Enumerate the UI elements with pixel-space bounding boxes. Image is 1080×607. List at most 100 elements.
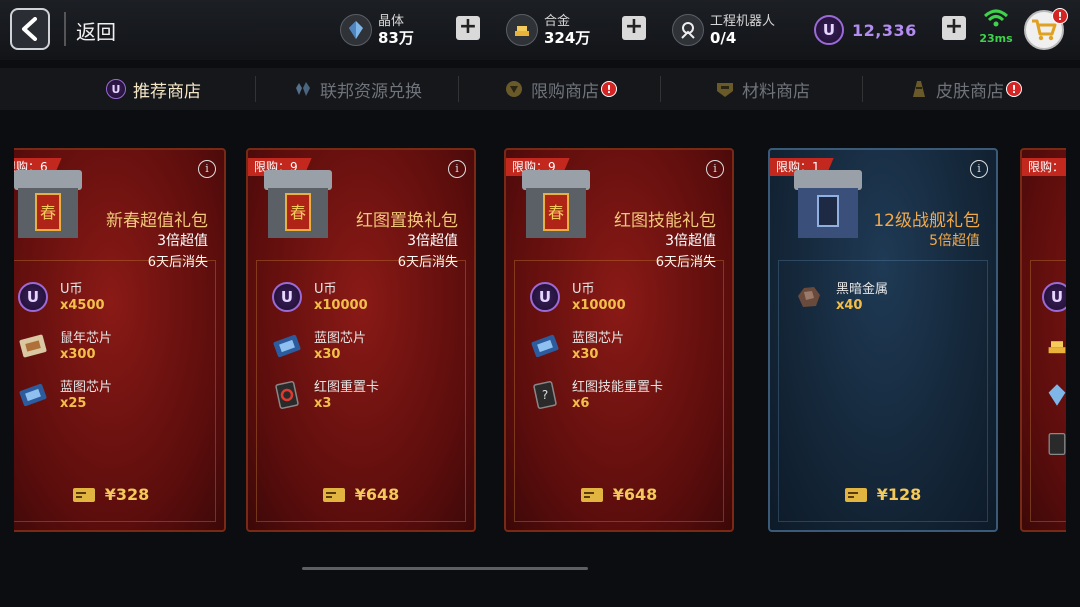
reward-name: U币 (60, 282, 83, 297)
tab-limited-shop[interactable]: 限购商店 ! (459, 68, 661, 110)
pack-title: 新春超值礼包 (106, 211, 208, 231)
info-icon[interactable]: i (706, 160, 724, 178)
skill-reset-card-icon (1040, 427, 1066, 461)
tab-divider (862, 76, 863, 102)
tab-material-shop[interactable]: 材料商店 (661, 68, 863, 110)
pack-value-tag: 5倍超值 (929, 233, 980, 249)
resource-u-coin: U 12,336 (814, 10, 917, 50)
reward-qty: x30 (572, 347, 599, 362)
gift-chest-icon: 春 (14, 170, 82, 238)
pack-title: 12级战舰礼包 (873, 211, 980, 231)
buy-button[interactable]: ¥128 (770, 485, 996, 504)
price-tag-icon (322, 487, 345, 502)
back-label[interactable]: 返回 (76, 16, 116, 45)
gift-chest-icon (794, 170, 862, 238)
price-tag-icon (580, 487, 603, 502)
reward-item: U U币 x4500 (16, 278, 216, 327)
u-coin-icon: U (528, 280, 562, 314)
reward-qty: x6 (572, 396, 590, 411)
shop-cart-button[interactable]: ! (1024, 8, 1068, 50)
shop-tabs: U 推荐商店 联邦资源兑换 限购商店 ! 材料商店 皮肤商店 ! (0, 68, 1080, 110)
reward-name: 鼠年芯片 (60, 331, 113, 346)
network-status: 23ms (976, 8, 1016, 45)
tab-badge: ! (1006, 81, 1022, 97)
reward-item: U (1040, 278, 1066, 327)
reward-name: 黑暗金属 (836, 282, 889, 297)
crystal-icon (340, 14, 372, 46)
pack-value-tag: 3倍超值 (157, 233, 208, 249)
buy-button[interactable]: ¥648 (506, 485, 732, 504)
buy-button[interactable]: ¥328 (14, 485, 224, 504)
reward-item: 黑暗金属 x40 (792, 278, 992, 327)
price-tag-icon (72, 487, 95, 502)
svg-text:?: ? (542, 388, 548, 402)
reward-qty: x10000 (314, 298, 368, 313)
wifi-icon (983, 9, 1009, 27)
reward-item: 鼠年芯片 x300 (16, 327, 216, 376)
reward-item: 红图重置卡 x3 (270, 376, 470, 425)
reward-name: 红图重置卡 (314, 380, 380, 395)
info-icon[interactable]: i (448, 160, 466, 178)
reward-qty: x30 (314, 347, 341, 362)
add-crystal-button[interactable]: + (456, 16, 480, 40)
reward-name: U币 (314, 282, 337, 297)
material-icon (714, 78, 736, 100)
reward-qty: x300 (60, 347, 96, 362)
tab-skin-shop[interactable]: 皮肤商店 ! (864, 68, 1066, 110)
reward-qty: x10000 (572, 298, 626, 313)
pack-expire: 6天后消失 (147, 255, 208, 270)
add-alloy-button[interactable]: + (622, 16, 646, 40)
tab-federation-exchange[interactable]: 联邦资源兑换 (256, 68, 458, 110)
info-icon[interactable]: i (970, 160, 988, 178)
resource-crystal: 晶体 83万 (340, 10, 414, 50)
buy-button[interactable]: ¥648 (248, 485, 474, 504)
reward-item (1040, 327, 1066, 376)
gift-pack-card[interactable]: 限购：9 i 春 红图置换礼包 3倍超值 6天后消失 U U币 x10000 蓝… (246, 148, 476, 532)
resource-value: 0/4 (710, 29, 737, 47)
resource-value: 83万 (378, 29, 414, 47)
gift-pack-card[interactable]: 限购： U (1020, 148, 1066, 532)
pack-title: 红图技能礼包 (614, 211, 716, 231)
u-coin-icon: U (814, 15, 844, 45)
skill-reset-card-icon: ? (528, 378, 562, 412)
gift-pack-card[interactable]: 限购：6 i 春 新春超值礼包 3倍超值 6天后消失 U U币 x4500 鼠年… (14, 148, 226, 532)
pack-expire: 6天后消失 (655, 255, 716, 270)
reward-qty: x4500 (60, 298, 105, 313)
reward-qty: x3 (314, 396, 332, 411)
price-value: ¥328 (104, 485, 150, 504)
info-icon[interactable]: i (198, 160, 216, 178)
back-divider (64, 12, 66, 46)
dark-metal-icon (792, 280, 826, 314)
crystal-icon (292, 78, 314, 100)
reward-name: 蓝图芯片 (314, 331, 367, 346)
resource-value: 324万 (544, 29, 591, 47)
tab-recommended[interactable]: U 推荐商店 (52, 68, 254, 110)
ping-value: 23ms (979, 32, 1013, 45)
chevron-left-icon (22, 17, 37, 41)
tab-label: 推荐商店 (133, 81, 201, 102)
crystal-icon (1040, 378, 1066, 412)
add-u-coin-button[interactable]: + (942, 16, 966, 40)
limit-shop-icon (503, 78, 525, 100)
price-tag-icon (844, 487, 867, 502)
svg-text:春: 春 (548, 203, 564, 222)
price-value: ¥648 (354, 485, 400, 504)
pack-expire: 6天后消失 (397, 255, 458, 270)
reward-name: 红图技能重置卡 (572, 380, 664, 395)
cart-badge: ! (1052, 8, 1068, 24)
gift-chest-icon: 春 (264, 170, 332, 238)
cart-icon (1032, 19, 1057, 41)
resource-alloy: 合金 324万 (506, 10, 590, 50)
reward-item: ? 红图技能重置卡 x6 (528, 376, 728, 425)
horizontal-scrollbar[interactable] (302, 567, 588, 570)
tab-label: 皮肤商店 (936, 81, 1004, 102)
u-coin-icon: U (105, 78, 127, 100)
back-button[interactable] (10, 8, 50, 50)
tab-badge: ! (601, 81, 617, 97)
gift-pack-card[interactable]: 限购：9 i 春 红图技能礼包 3倍超值 6天后消失 U U币 x10000 蓝… (504, 148, 734, 532)
resource-name: 工程机器人 (710, 14, 776, 29)
reward-item: 蓝图芯片 x30 (528, 327, 728, 376)
gift-pack-card[interactable]: 限购：1 i 12级战舰礼包 5倍超值 黑暗金属 x40 ¥128 (768, 148, 998, 532)
pack-title: 红图置换礼包 (356, 211, 458, 231)
top-bar: 返回 晶体 83万 + 合金 324万 + 工程机器人 0/4 U 12,336… (0, 0, 1080, 60)
